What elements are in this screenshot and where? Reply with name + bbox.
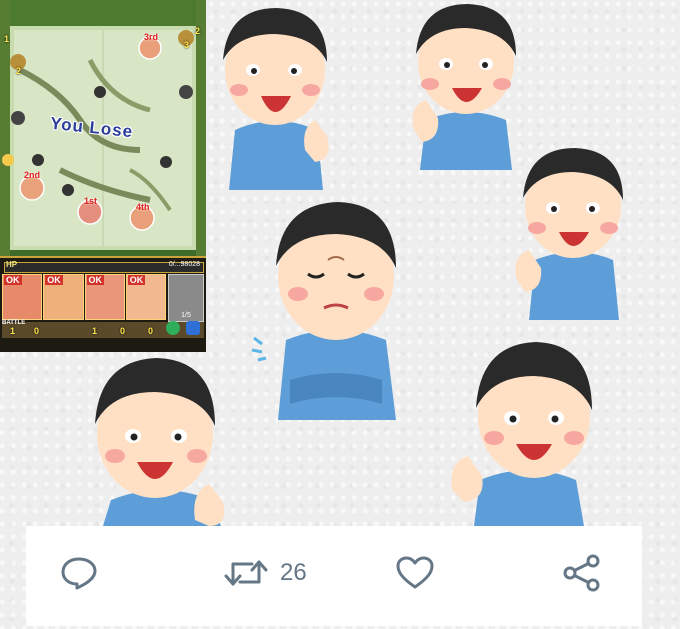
share-button[interactable]	[562, 554, 602, 592]
hp-value: 0/...98028	[168, 261, 200, 268]
party-slot: OK	[125, 274, 166, 320]
info-button[interactable]	[166, 321, 180, 335]
rank-label: 3rd	[144, 32, 159, 42]
rank-label: 2nd	[24, 170, 41, 180]
game-field: You Lose 3rd 2nd 4th 1st 1 2 3 2	[0, 0, 206, 258]
ok-badge: OK	[4, 275, 22, 285]
pointing-man-illustration	[223, 8, 329, 190]
stage-count: 1/5	[181, 312, 191, 319]
corner-number: 2	[16, 66, 22, 76]
like-button[interactable]	[396, 556, 434, 590]
ok-badge: OK	[45, 275, 63, 285]
party-slot: OK	[43, 274, 84, 320]
game-hud: HP 0/...98028 OK OK OK OK 1/5 BATTLE 1 0…	[0, 256, 206, 352]
worried-man-illustration	[251, 202, 396, 420]
counter: 1	[92, 326, 98, 336]
hp-label: HP	[6, 260, 18, 269]
corner-number: 1	[4, 34, 10, 44]
corner-number: 2	[195, 26, 201, 36]
settings-gear-icon[interactable]	[186, 321, 200, 335]
ok-badge: OK	[86, 275, 104, 285]
pointing-man-illustration	[451, 342, 592, 526]
boss-portrait: 1/5	[168, 274, 204, 322]
tweet-action-bar: 26	[26, 526, 642, 626]
counter: 1	[10, 326, 16, 336]
reply-button[interactable]	[60, 556, 98, 590]
heart-icon	[396, 556, 434, 589]
game-screenshot: You Lose 3rd 2nd 4th 1st 1 2 3 2 HP 0/..…	[0, 0, 206, 352]
counter: 0	[34, 326, 40, 336]
counter: 0	[148, 326, 154, 336]
share-icon	[563, 554, 600, 592]
pointing-man-illustration	[95, 358, 225, 526]
reply-icon	[61, 557, 97, 590]
corner-number: 3	[184, 40, 190, 50]
party-slot: OK	[84, 274, 125, 320]
ok-badge: OK	[127, 275, 146, 285]
retweet-count: 26	[280, 559, 307, 586]
rank-label: 1st	[84, 196, 98, 206]
retweet-button[interactable]: 26	[224, 556, 307, 590]
counter: 0	[120, 326, 126, 336]
rank-label: 4th	[136, 202, 150, 212]
party-slot: OK	[2, 274, 43, 320]
pointing-man-illustration	[515, 148, 623, 320]
retweet-icon	[224, 560, 268, 586]
party-slots: OK OK OK OK	[2, 274, 166, 320]
